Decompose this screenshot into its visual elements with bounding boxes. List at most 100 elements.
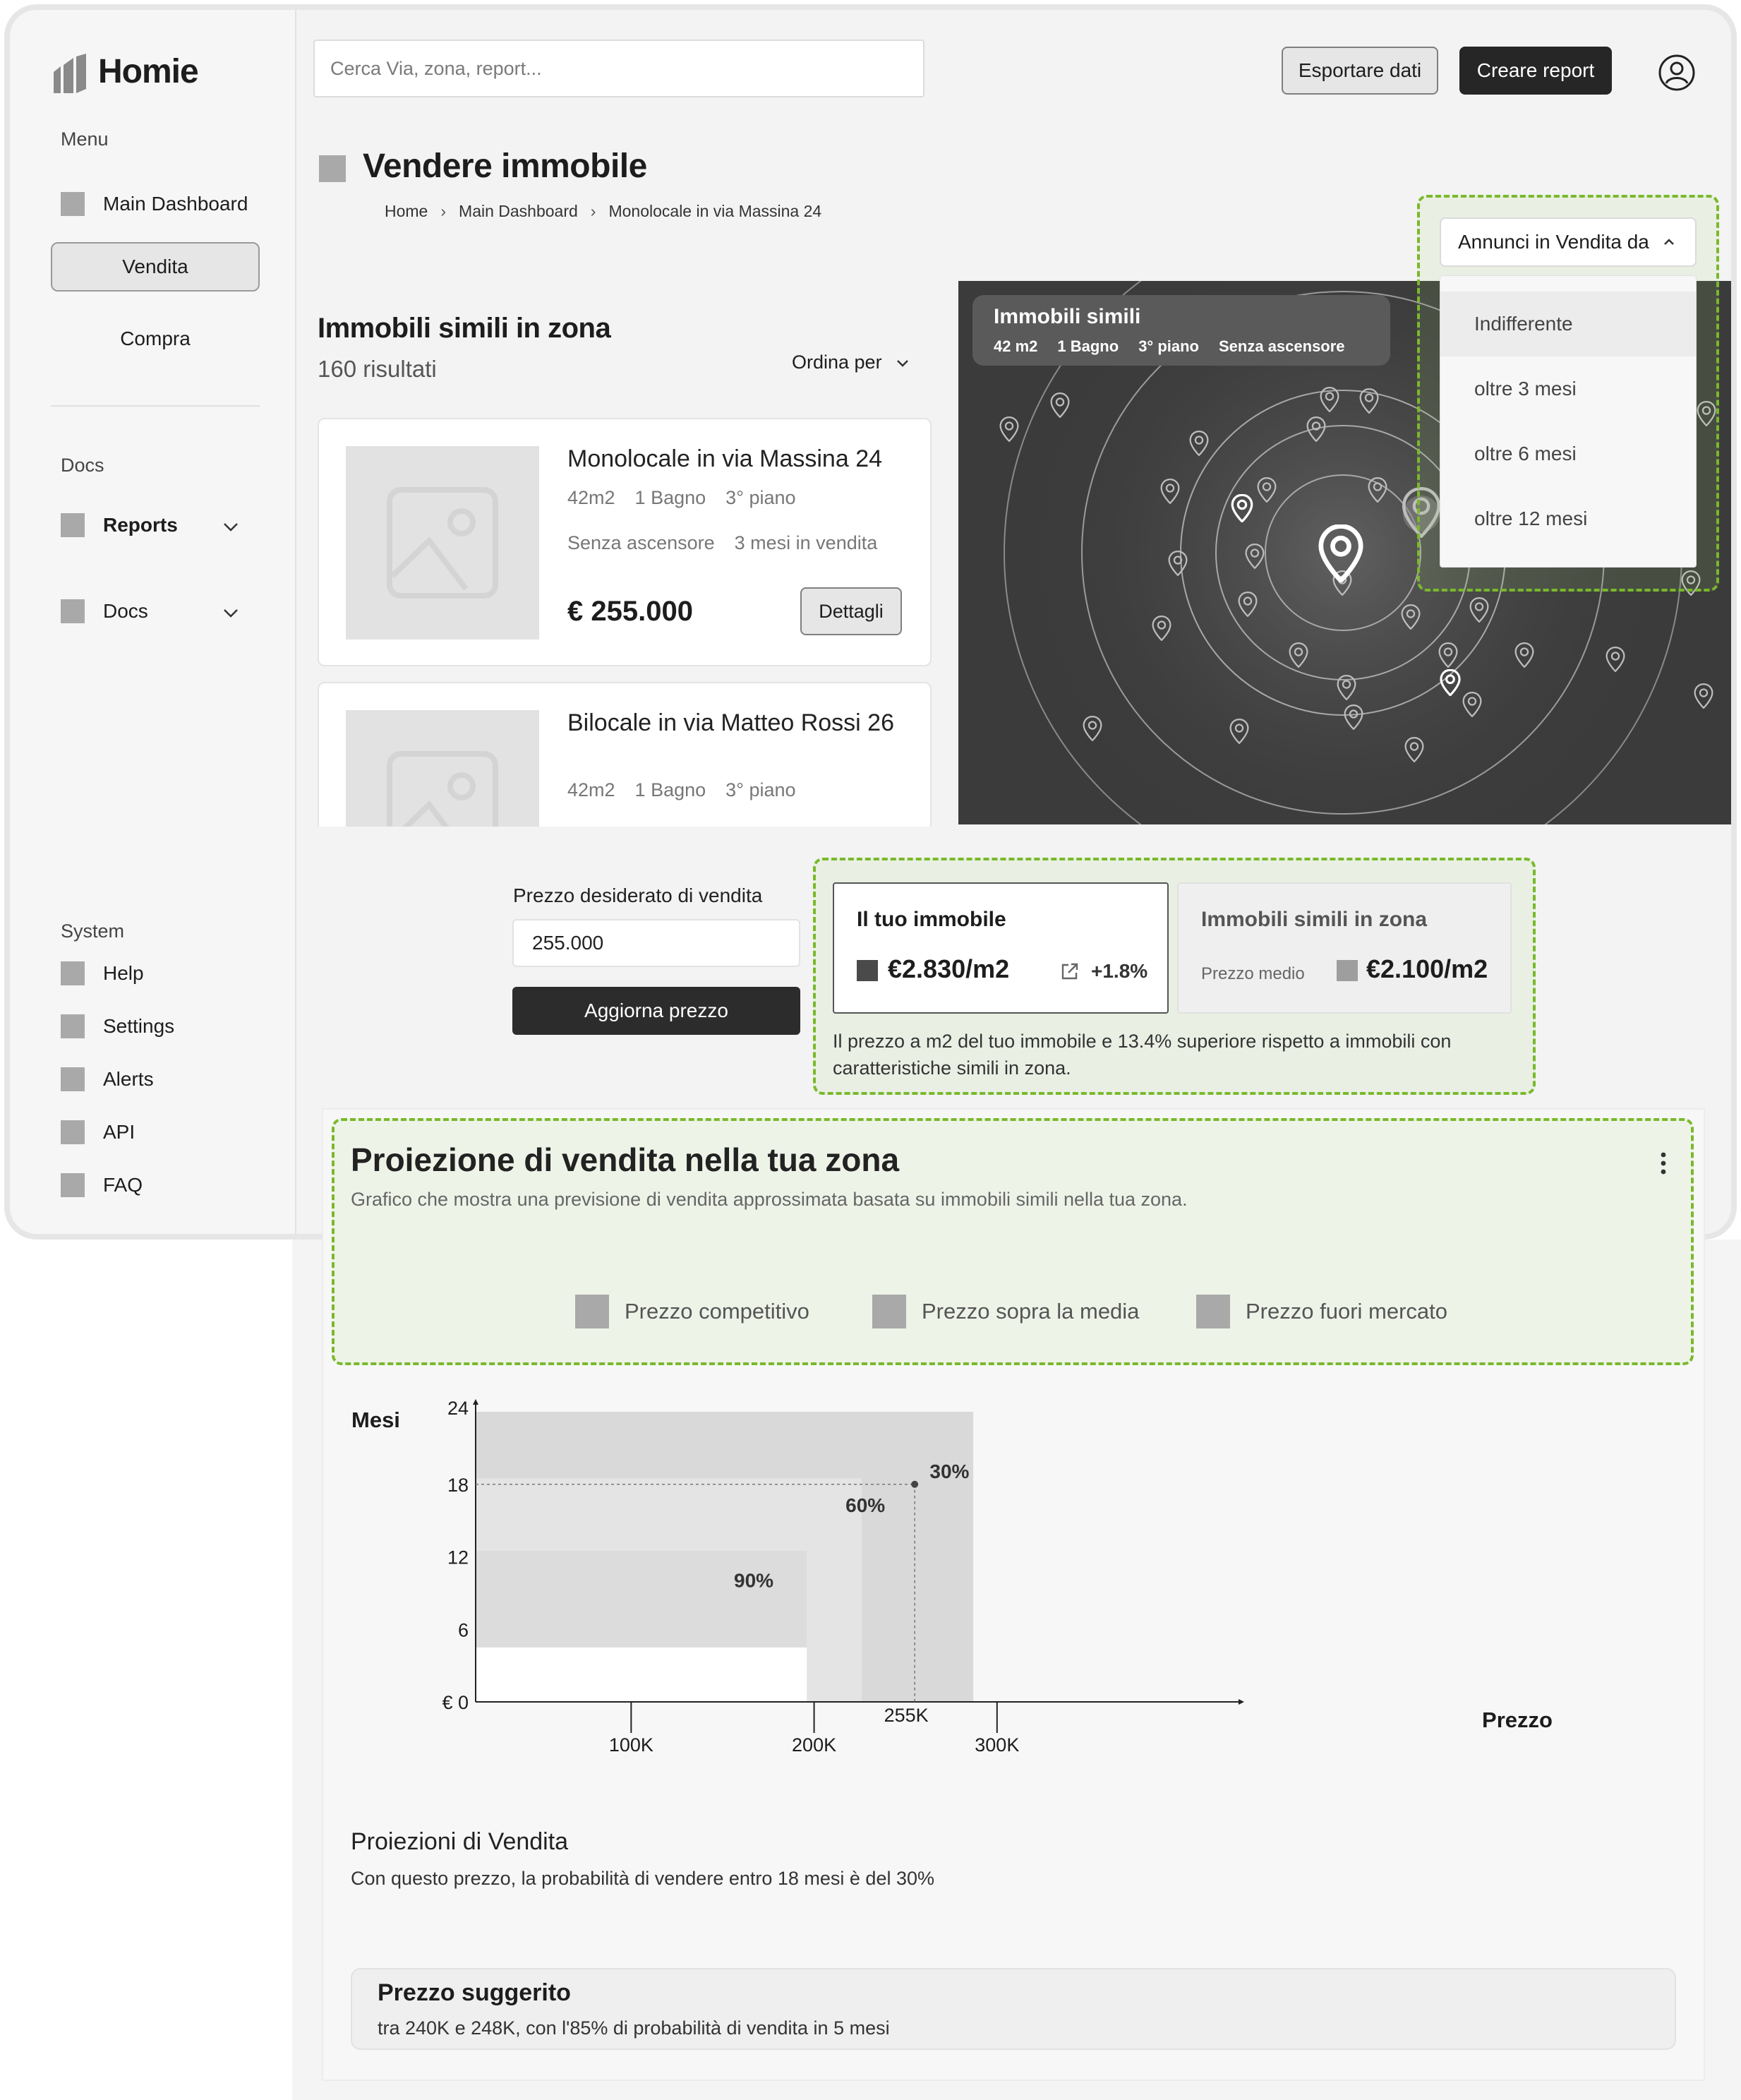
property-months: 3 mesi in vendita	[734, 532, 878, 553]
external-link-icon[interactable]	[1060, 961, 1080, 981]
map-info-card: Immobili simili 42 m2 1 Bagno 3° piano S…	[972, 295, 1390, 366]
dropdown-menu: Indifferente oltre 3 mesi oltre 6 mesi o…	[1440, 275, 1697, 568]
sidebar-item-label: Compra	[120, 328, 191, 349]
page-title: Vendere immobile	[363, 148, 647, 185]
button-label: Dettagli	[819, 600, 884, 622]
sort-dropdown[interactable]: Ordina per	[792, 352, 910, 373]
property-image	[346, 710, 539, 827]
sidebar-item-alerts[interactable]: Alerts	[61, 1062, 154, 1097]
sidebar-divider	[51, 405, 260, 407]
your-property-card: Il tuo immobile €2.830/m2 +1.8%	[833, 882, 1169, 1014]
alerts-icon	[61, 1067, 85, 1091]
sidebar-item-faq[interactable]: FAQ	[61, 1168, 143, 1203]
settings-icon	[61, 1014, 85, 1038]
search-input[interactable]	[313, 40, 924, 97]
button-label: Esportare dati	[1298, 59, 1422, 81]
sidebar-item-api[interactable]: API	[61, 1115, 135, 1150]
your-property-title: Il tuo immobile	[857, 908, 1006, 931]
sidebar: Homie Menu Main Dashboard Vendita Compra…	[10, 10, 296, 1234]
property-title: Monolocale in via Massina 24	[567, 445, 883, 472]
projection-subtitle: Grafico che mostra una previsione di ven…	[351, 1189, 1188, 1210]
x-tick-label: 200K	[792, 1734, 836, 1756]
price-input-label: Prezzo desiderato di vendita	[513, 884, 763, 906]
system-section-label: System	[61, 920, 125, 942]
suggested-price-title: Prezzo suggerito	[378, 1979, 571, 2006]
legend-swatch	[575, 1295, 609, 1328]
sidebar-item-settings[interactable]: Settings	[61, 1009, 174, 1044]
sidebar-item-label: Main Dashboard	[103, 193, 248, 215]
details-button[interactable]: Dettagli	[800, 587, 902, 635]
desired-price-input[interactable]	[512, 919, 800, 967]
comparison-note: Il prezzo a m2 del tuo immobile e 13.4% …	[833, 1031, 1452, 1079]
sidebar-item-label: Alerts	[103, 1068, 154, 1090]
app-logo-text: Homie	[98, 53, 199, 90]
legend-item-above-average[interactable]: Prezzo sopra la media	[872, 1295, 1139, 1328]
property-price: € 255.000	[567, 596, 693, 627]
export-data-button[interactable]: Esportare dati	[1282, 47, 1438, 95]
y-tick-label: 6	[458, 1619, 469, 1640]
chevron-down-icon[interactable]	[222, 604, 240, 622]
property-card[interactable]: Monolocale in via Massina 24 42m2 1 Bagn…	[318, 418, 932, 666]
faq-icon	[61, 1173, 85, 1197]
breadcrumb-item-dashboard[interactable]: Main Dashboard	[459, 202, 578, 221]
logo-icon	[54, 54, 86, 93]
image-placeholder-icon	[387, 487, 498, 599]
map-tag: 42 m2	[994, 337, 1038, 355]
results-count: 160 risultati	[318, 356, 437, 382]
sidebar-item-main-dashboard[interactable]: Main Dashboard	[61, 186, 248, 222]
property-image	[346, 446, 539, 640]
y-tick-label: 24	[447, 1398, 469, 1419]
your-property-swatch	[857, 960, 878, 981]
property-specs: 42m2 1 Bagno 3° piano	[567, 487, 796, 509]
listing-age-dropdown[interactable]: Annunci in Vendita da	[1440, 217, 1697, 267]
property-title: Bilocale in via Matteo Rossi 26	[567, 709, 895, 736]
dropdown-option[interactable]: oltre 6 mesi	[1440, 421, 1696, 486]
create-report-button[interactable]: Creare report	[1459, 47, 1612, 95]
price-marker	[911, 1480, 919, 1488]
property-floor: 3° piano	[725, 779, 796, 800]
x-axis-title: Prezzo	[1482, 1708, 1553, 1732]
update-price-button[interactable]: Aggiorna prezzo	[512, 987, 800, 1035]
legend-item-competitive[interactable]: Prezzo competitivo	[575, 1295, 809, 1328]
y-tick-label: 12	[447, 1547, 469, 1568]
dashboard-icon	[61, 192, 85, 216]
property-floor: 3° piano	[725, 487, 796, 508]
button-label: Aggiorna prezzo	[584, 1000, 728, 1021]
sidebar-item-compra[interactable]: Compra	[51, 328, 260, 350]
x-axis-arrow	[1239, 1699, 1244, 1705]
sidebar-item-vendita[interactable]: Vendita	[51, 242, 260, 292]
dropdown-option[interactable]: oltre 3 mesi	[1440, 356, 1696, 421]
sidebar-item-help[interactable]: Help	[61, 956, 144, 991]
property-extra: Senza ascensore 3 mesi in vendita	[567, 532, 877, 554]
user-avatar-icon[interactable]	[1658, 54, 1696, 92]
suggested-price-text: tra 240K e 248K, con l'85% di probabilit…	[378, 2017, 890, 2039]
docs-section-label: Docs	[61, 455, 104, 476]
y-axis-title: Mesi	[351, 1408, 400, 1432]
help-icon	[61, 961, 85, 985]
button-label: Creare report	[1476, 59, 1595, 81]
listing-title: Immobili simili in zona	[318, 313, 611, 344]
breadcrumb-item-current: Monolocale in via Massina 24	[608, 202, 822, 220]
more-options-icon[interactable]	[1656, 1151, 1670, 1176]
dropdown-label: Annunci in Vendita da	[1458, 231, 1649, 253]
sidebar-item-reports[interactable]: Reports	[61, 508, 178, 543]
sidebar-item-docs[interactable]: Docs	[61, 594, 148, 629]
zone-average-swatch	[1337, 960, 1358, 981]
property-card[interactable]: Bilocale in via Matteo Rossi 26 42m2 1 B…	[318, 682, 932, 827]
property-size: 42m2	[567, 487, 615, 508]
legend-item-out-of-market[interactable]: Prezzo fuori mercato	[1196, 1295, 1447, 1328]
dropdown-option[interactable]: oltre 12 mesi	[1440, 486, 1696, 551]
breadcrumb: Home › Main Dashboard › Monolocale in vi…	[385, 202, 821, 221]
chart-band-base	[476, 1647, 807, 1702]
summary-title: Proiezioni di Vendita	[351, 1828, 569, 1855]
sidebar-item-label: FAQ	[103, 1174, 143, 1196]
breadcrumb-item-home[interactable]: Home	[385, 202, 428, 221]
your-property-value: €2.830/m2	[888, 954, 1010, 983]
page-icon	[319, 155, 346, 182]
x-tick-label: 300K	[975, 1734, 1019, 1756]
dropdown-option[interactable]: Indifferente	[1440, 292, 1696, 356]
chevron-right-icon: ›	[440, 202, 447, 220]
y-tick-label: 18	[447, 1475, 469, 1496]
property-size: 42m2	[567, 779, 615, 800]
chevron-down-icon[interactable]	[222, 517, 240, 536]
